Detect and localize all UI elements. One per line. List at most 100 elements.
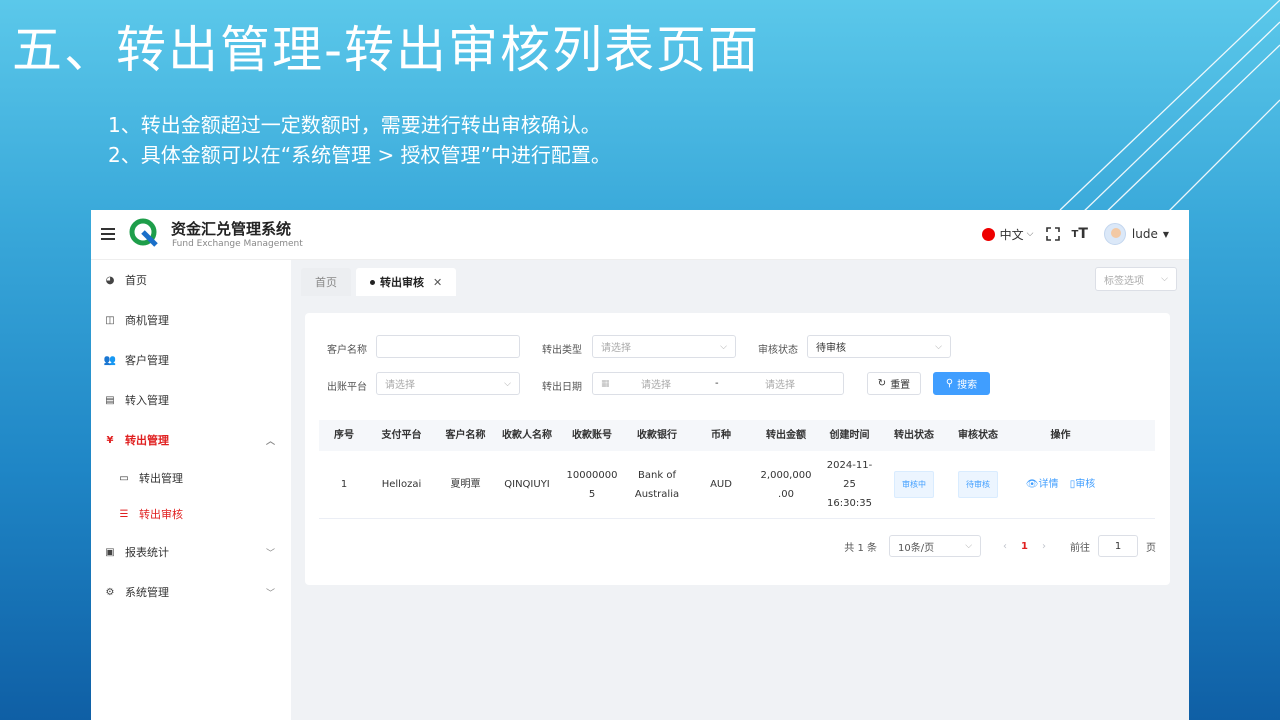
customer-name-input[interactable] — [376, 335, 520, 358]
chevron-down-icon: ﹀ — [265, 548, 275, 559]
language-switch[interactable]: 中文 ⌵ — [981, 226, 1034, 243]
column-header: 序号 — [334, 430, 354, 441]
logo-icon — [129, 218, 158, 247]
date-start-input[interactable]: 请选择 — [641, 376, 671, 391]
audit-link[interactable]: ▯审核 — [1070, 479, 1096, 490]
list-icon: ☰ — [119, 508, 129, 520]
detail-link[interactable]: 👁详情 — [1026, 479, 1062, 490]
menu-fold-icon[interactable] — [101, 228, 115, 240]
tab-label: 首页 — [315, 276, 337, 289]
cell-text: .00 — [778, 488, 794, 500]
date-end-input[interactable]: 请选择 — [765, 376, 795, 391]
cell-text: Australia — [634, 488, 680, 500]
sidebar-subitem-label: 转出管理 — [139, 472, 183, 485]
cell-audit-status: 待审核 — [946, 471, 1010, 498]
sidebar-item-label: 首页 — [125, 274, 147, 287]
column-header: 收款人名称 — [502, 430, 552, 441]
calendar-icon: ▦ — [601, 378, 610, 389]
reset-button[interactable]: ↻ 重置 — [867, 372, 921, 395]
sidebar-item-label: 客户管理 — [125, 354, 169, 367]
next-page-button[interactable]: › — [1042, 541, 1046, 552]
cell-text: 10000000 — [566, 469, 618, 481]
search-icon: ⚲ — [945, 378, 954, 389]
column-header: 币种 — [711, 430, 731, 441]
platform-select[interactable]: 请选择 ⌵ — [376, 372, 520, 395]
column-header: 创建时间 — [829, 430, 870, 441]
cell-payee: QINQIUYI — [504, 479, 550, 490]
slide-notes: 1、转出金额超过一定数额时，需要进行转出审核确认。 2、具体金额可以在“系统管理… — [108, 110, 611, 170]
tab-transfer-audit[interactable]: 转出审核 ✕ — [356, 268, 457, 296]
app-window: 资金汇兑管理系统 Fund Exchange Management 中文 ⌵ T… — [91, 210, 1189, 720]
china-flag-icon — [981, 227, 995, 241]
cell-index: 1 — [340, 479, 348, 490]
chevron-down-icon: ⌵ — [935, 341, 942, 352]
cell-actions: 👁详情 ▯审核 — [1010, 475, 1111, 494]
audit-status-select[interactable]: 待审核 ⌵ — [807, 335, 951, 358]
column-header: 转出金额 — [766, 430, 806, 441]
cell-account: 10000000 5 — [557, 466, 627, 504]
current-page[interactable]: 1 — [1021, 541, 1028, 552]
tab-options-select[interactable]: 标签选项 ⌵ — [1095, 267, 1177, 291]
select-placeholder: 请选择 — [601, 343, 631, 354]
active-dot-icon — [370, 279, 375, 285]
date-range-picker[interactable]: ▦ 请选择 - 请选择 — [592, 372, 844, 395]
sidebar-item-transfer-in[interactable]: ▤ 转入管理 — [91, 380, 291, 420]
sidebar-item-system[interactable]: ⚙ 系统管理 ﹀ — [91, 572, 291, 612]
pagination: 共 1 条 10条/页 ⌵ ‹ 1 › 前往 1 页 — [844, 535, 1156, 557]
yen-icon: ¥ — [106, 434, 114, 446]
sidebar-subitem-transfer-out-manage[interactable]: ▭ 转出管理 — [91, 460, 291, 496]
brand-subtitle: Fund Exchange Management — [172, 239, 303, 249]
prev-page-button[interactable]: ‹ — [1003, 541, 1007, 552]
sidebar-item-transfer-out[interactable]: ¥ 转出管理 ︿ — [91, 420, 291, 460]
caret-down-icon: ▼ — [1162, 229, 1169, 239]
sidebar: ◕ 首页 ◫ 商机管理 👥 客户管理 ▤ 转入管理 ¥ 转出管理 ︿ ▭ 转出管… — [91, 260, 291, 720]
eye-icon: 👁 — [1025, 479, 1039, 490]
tab-options-label: 标签选项 — [1104, 275, 1144, 287]
sidebar-item-label: 转出管理 — [125, 434, 169, 447]
slide-note-1: 1、转出金额超过一定数额时，需要进行转出审核确认。 — [108, 113, 601, 137]
transfer-type-select[interactable]: 请选择 ⌵ — [592, 335, 736, 358]
date-label: 转出日期 — [542, 382, 582, 393]
sidebar-item-label: 系统管理 — [125, 586, 169, 599]
platform-label: 出账平台 — [327, 382, 367, 393]
monitor-icon: ▣ — [105, 546, 115, 558]
page-suffix: 页 — [1146, 542, 1156, 554]
cell-bank: Bank of Australia — [627, 466, 687, 504]
font-size-icon[interactable]: TT — [1072, 226, 1088, 242]
decorative-lines — [1059, 0, 1280, 220]
chevron-down-icon: ⌵ — [504, 378, 511, 389]
sidebar-item-opportunities[interactable]: ◫ 商机管理 — [91, 300, 291, 340]
reset-label: 重置 — [890, 380, 911, 391]
status-badge: 待审核 — [958, 471, 998, 498]
detail-label: 详情 — [1038, 479, 1059, 490]
customer-name-label: 客户名称 — [327, 345, 367, 356]
book-icon: ◫ — [105, 314, 115, 326]
gear-icon: ⚙ — [105, 586, 115, 598]
language-label: 中文 — [999, 227, 1024, 242]
chevron-down-icon: ⌵ — [1026, 229, 1034, 239]
page-size-select[interactable]: 10条/页 ⌵ — [889, 535, 982, 557]
sidebar-item-customers[interactable]: 👥 客户管理 — [91, 340, 291, 380]
slide-title: 五、转出管理-转出审核列表页面 — [12, 21, 761, 79]
user-menu[interactable]: lude ▼ — [1103, 223, 1169, 245]
cell-text: 16:30:35 — [827, 498, 872, 509]
cell-customer: 夏明覃 — [450, 479, 481, 490]
username: lude — [1131, 227, 1158, 241]
fullscreen-icon[interactable] — [1045, 227, 1060, 241]
dashboard-icon: ◕ — [105, 274, 115, 286]
column-header: 支付平台 — [381, 430, 422, 441]
refresh-icon: ↻ — [877, 378, 887, 389]
column-header: 转出状态 — [894, 430, 934, 441]
sidebar-subitem-transfer-out-audit[interactable]: ☰ 转出审核 — [91, 496, 291, 532]
chevron-up-icon: ︿ — [265, 436, 275, 447]
tab-home[interactable]: 首页 — [301, 268, 351, 296]
sidebar-item-home[interactable]: ◕ 首页 — [91, 260, 291, 300]
search-button[interactable]: ⚲ 搜索 — [933, 372, 990, 395]
sidebar-item-reports[interactable]: ▣ 报表统计 ﹀ — [91, 532, 291, 572]
close-icon[interactable]: ✕ — [433, 276, 442, 289]
goto-page-input[interactable]: 1 — [1098, 535, 1138, 557]
column-header: 操作 — [1050, 430, 1071, 441]
column-header: 收款账号 — [572, 430, 612, 441]
column-header: 收款银行 — [637, 430, 677, 441]
column-header: 审核状态 — [958, 430, 998, 441]
